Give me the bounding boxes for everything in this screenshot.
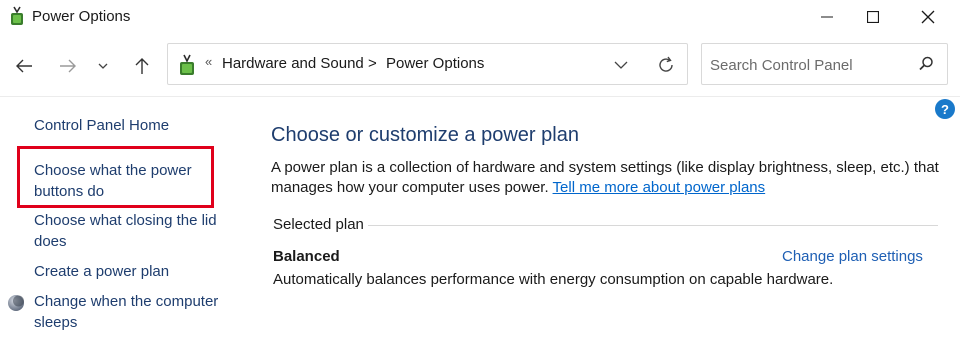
breadcrumb-power-options[interactable]: Power Options [386,55,484,72]
moon-icon [8,295,24,311]
sidebar-item-computer-sleeps[interactable]: Change when the computer sleeps [34,291,229,333]
window-title: Power Options [32,8,131,25]
page-title: Choose or customize a power plan [271,124,579,146]
arrow-right-icon [60,59,76,73]
change-plan-settings-link[interactable]: Change plan settings [782,248,923,265]
refresh-icon[interactable] [656,55,676,75]
minimize-button[interactable] [804,0,850,34]
close-button[interactable] [905,0,951,34]
maximize-icon [867,11,879,23]
arrow-up-icon [135,58,149,74]
minimize-icon [821,16,833,18]
title-bar: Power Options [0,0,960,34]
sidebar: Control Panel Home Choose what the power… [0,97,240,340]
breadcrumb-hardware-and-sound[interactable]: Hardware and Sound [222,55,364,72]
recent-locations-button[interactable] [92,52,114,80]
sidebar-item-closing-lid[interactable]: Choose what closing the lid does [34,210,229,252]
sidebar-item-control-panel-home[interactable]: Control Panel Home [34,115,229,136]
address-dropdown-icon[interactable] [612,56,630,74]
sidebar-item-create-power-plan[interactable]: Create a power plan [34,261,229,282]
address-bar[interactable]: « Hardware and Sound > Power Options [167,43,688,85]
back-button[interactable] [10,52,38,80]
search-box[interactable] [701,43,948,85]
forward-button[interactable] [54,52,82,80]
breadcrumb-overflow[interactable]: « [205,54,212,69]
selected-plan-divider [368,225,938,226]
selected-plan-label: Selected plan [273,216,364,233]
search-icon[interactable] [917,55,935,73]
sidebar-item-power-buttons[interactable]: Choose what the power buttons do [34,160,229,202]
help-icon[interactable]: ? [935,99,955,119]
intro-paragraph: A power plan is a collection of hardware… [271,158,941,198]
learn-more-link[interactable]: Tell me more about power plans [553,179,766,196]
plan-description: Automatically balances performance with … [273,271,834,288]
breadcrumb-separator[interactable]: > [368,55,377,72]
close-icon [921,10,935,24]
navigation-bar: « Hardware and Sound > Power Options [0,34,960,96]
chevron-down-icon [98,63,108,69]
search-input[interactable] [710,54,910,76]
arrow-left-icon [16,59,32,73]
power-options-icon [180,54,194,75]
maximize-button[interactable] [850,0,896,34]
power-options-app-icon [11,6,23,25]
up-button[interactable] [128,52,156,80]
plan-name: Balanced [273,248,340,265]
